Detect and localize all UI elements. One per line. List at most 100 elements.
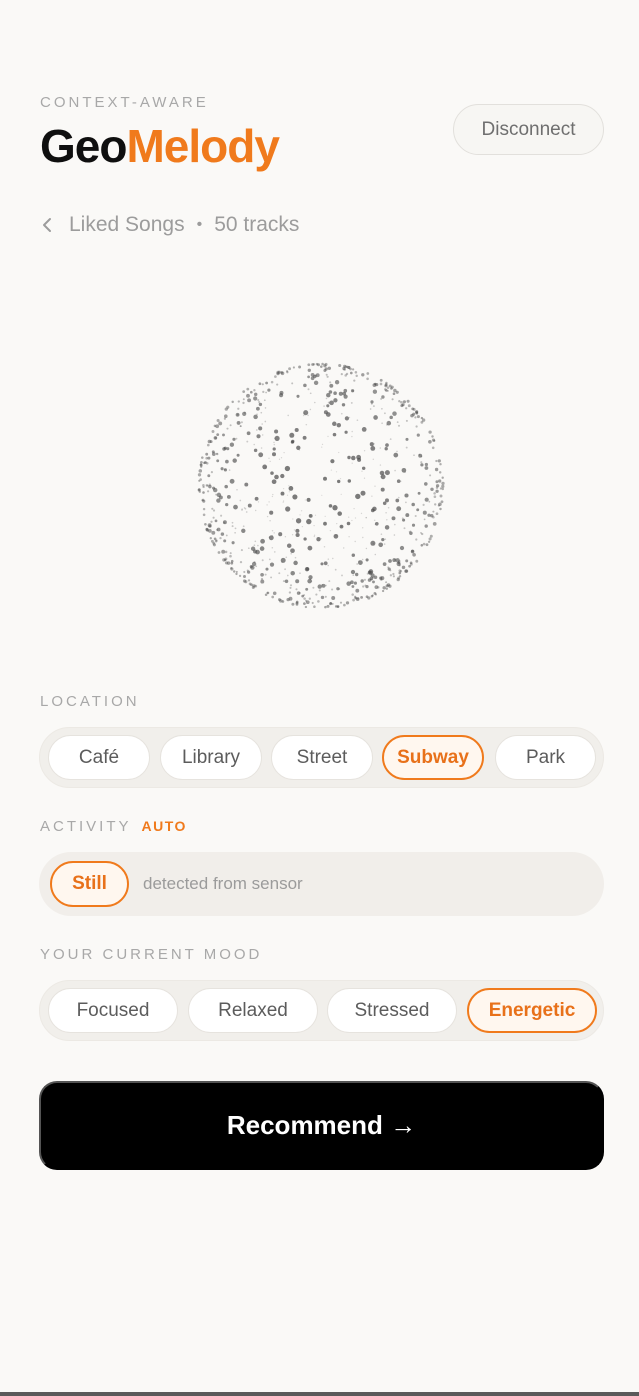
mood-option-energetic[interactable]: Energetic <box>467 988 597 1033</box>
particle <box>374 523 377 525</box>
particle <box>269 460 271 463</box>
particle <box>243 575 246 578</box>
activity-still-chip[interactable]: Still <box>50 861 129 907</box>
particle <box>304 605 308 609</box>
particle <box>321 494 323 496</box>
playlist-name[interactable]: Liked Songs <box>69 213 185 237</box>
particle <box>374 485 376 487</box>
particle <box>326 604 330 608</box>
particle <box>381 422 383 424</box>
particle <box>264 407 267 409</box>
particle <box>413 454 415 457</box>
particle <box>434 503 437 506</box>
particle <box>379 447 382 449</box>
particle <box>384 383 388 387</box>
particle <box>198 469 203 473</box>
particle <box>242 398 245 401</box>
location-option-subway[interactable]: Subway <box>382 735 484 780</box>
particle <box>380 487 385 492</box>
particle <box>349 371 353 375</box>
particle <box>441 484 445 489</box>
particle <box>256 434 261 439</box>
particle <box>354 540 356 543</box>
chevron-left-icon[interactable] <box>40 210 62 240</box>
particle <box>323 364 327 368</box>
mood-option-focused[interactable]: Focused <box>48 988 178 1033</box>
particle <box>234 527 237 530</box>
particle <box>223 468 226 471</box>
particle <box>313 380 319 386</box>
particle <box>404 493 409 498</box>
particle <box>333 398 338 403</box>
particle <box>384 412 386 415</box>
particle <box>256 406 260 411</box>
location-option-library[interactable]: Library <box>160 735 262 780</box>
particle <box>307 375 310 379</box>
mood-option-relaxed[interactable]: Relaxed <box>188 988 318 1033</box>
particle <box>356 454 361 460</box>
particle <box>268 457 270 460</box>
recommend-button[interactable]: Recommend → <box>39 1081 604 1170</box>
particle <box>369 408 372 410</box>
particle <box>200 465 203 468</box>
particle <box>305 587 309 591</box>
particle <box>332 557 334 560</box>
mood-option-stressed[interactable]: Stressed <box>327 988 457 1033</box>
particle <box>439 494 443 498</box>
particle <box>361 427 367 432</box>
particle <box>354 596 357 600</box>
particle <box>431 435 434 438</box>
particle <box>360 595 364 599</box>
particle <box>265 567 269 571</box>
particle <box>223 447 226 450</box>
particle <box>329 383 334 388</box>
particle <box>304 567 310 572</box>
particle <box>386 420 392 426</box>
particle <box>224 550 228 554</box>
particle <box>385 443 389 447</box>
particle <box>254 540 257 543</box>
particle <box>336 587 340 591</box>
particle <box>284 465 291 472</box>
location-option-street[interactable]: Street <box>271 735 373 780</box>
particle <box>299 572 301 575</box>
particle <box>313 605 316 608</box>
particle <box>321 443 324 446</box>
particle <box>302 435 307 440</box>
particle <box>379 378 383 382</box>
eyebrow: CONTEXT-AWARE <box>40 94 209 111</box>
particle <box>309 408 312 411</box>
particle <box>351 585 355 588</box>
particle <box>415 559 419 563</box>
location-option-park[interactable]: Park <box>495 735 596 780</box>
particle <box>294 427 299 433</box>
particle <box>380 474 386 480</box>
location-option-cafe[interactable]: Café <box>48 735 150 780</box>
track-count: 50 tracks <box>214 213 300 236</box>
particle <box>246 569 249 572</box>
particle <box>432 510 435 513</box>
particle <box>327 435 329 438</box>
breadcrumb[interactable]: Liked Songs • 50 tracks <box>40 210 299 240</box>
particle <box>327 366 332 371</box>
activity-label-text: ACTIVITY <box>40 818 132 835</box>
particle <box>361 373 365 377</box>
particle <box>332 421 337 427</box>
particle <box>333 533 339 539</box>
particle <box>307 363 311 367</box>
particle <box>368 569 374 574</box>
particle <box>260 538 265 544</box>
particle <box>258 452 264 458</box>
particle <box>242 525 245 528</box>
particle <box>219 536 222 540</box>
particle <box>428 500 431 503</box>
particle <box>240 549 243 552</box>
particle <box>309 392 312 395</box>
particle <box>231 525 234 528</box>
particle <box>352 598 355 602</box>
disconnect-button[interactable]: Disconnect <box>453 104 604 155</box>
particle <box>424 462 429 467</box>
particle <box>200 461 203 464</box>
particle <box>258 426 263 431</box>
particle <box>374 553 377 556</box>
